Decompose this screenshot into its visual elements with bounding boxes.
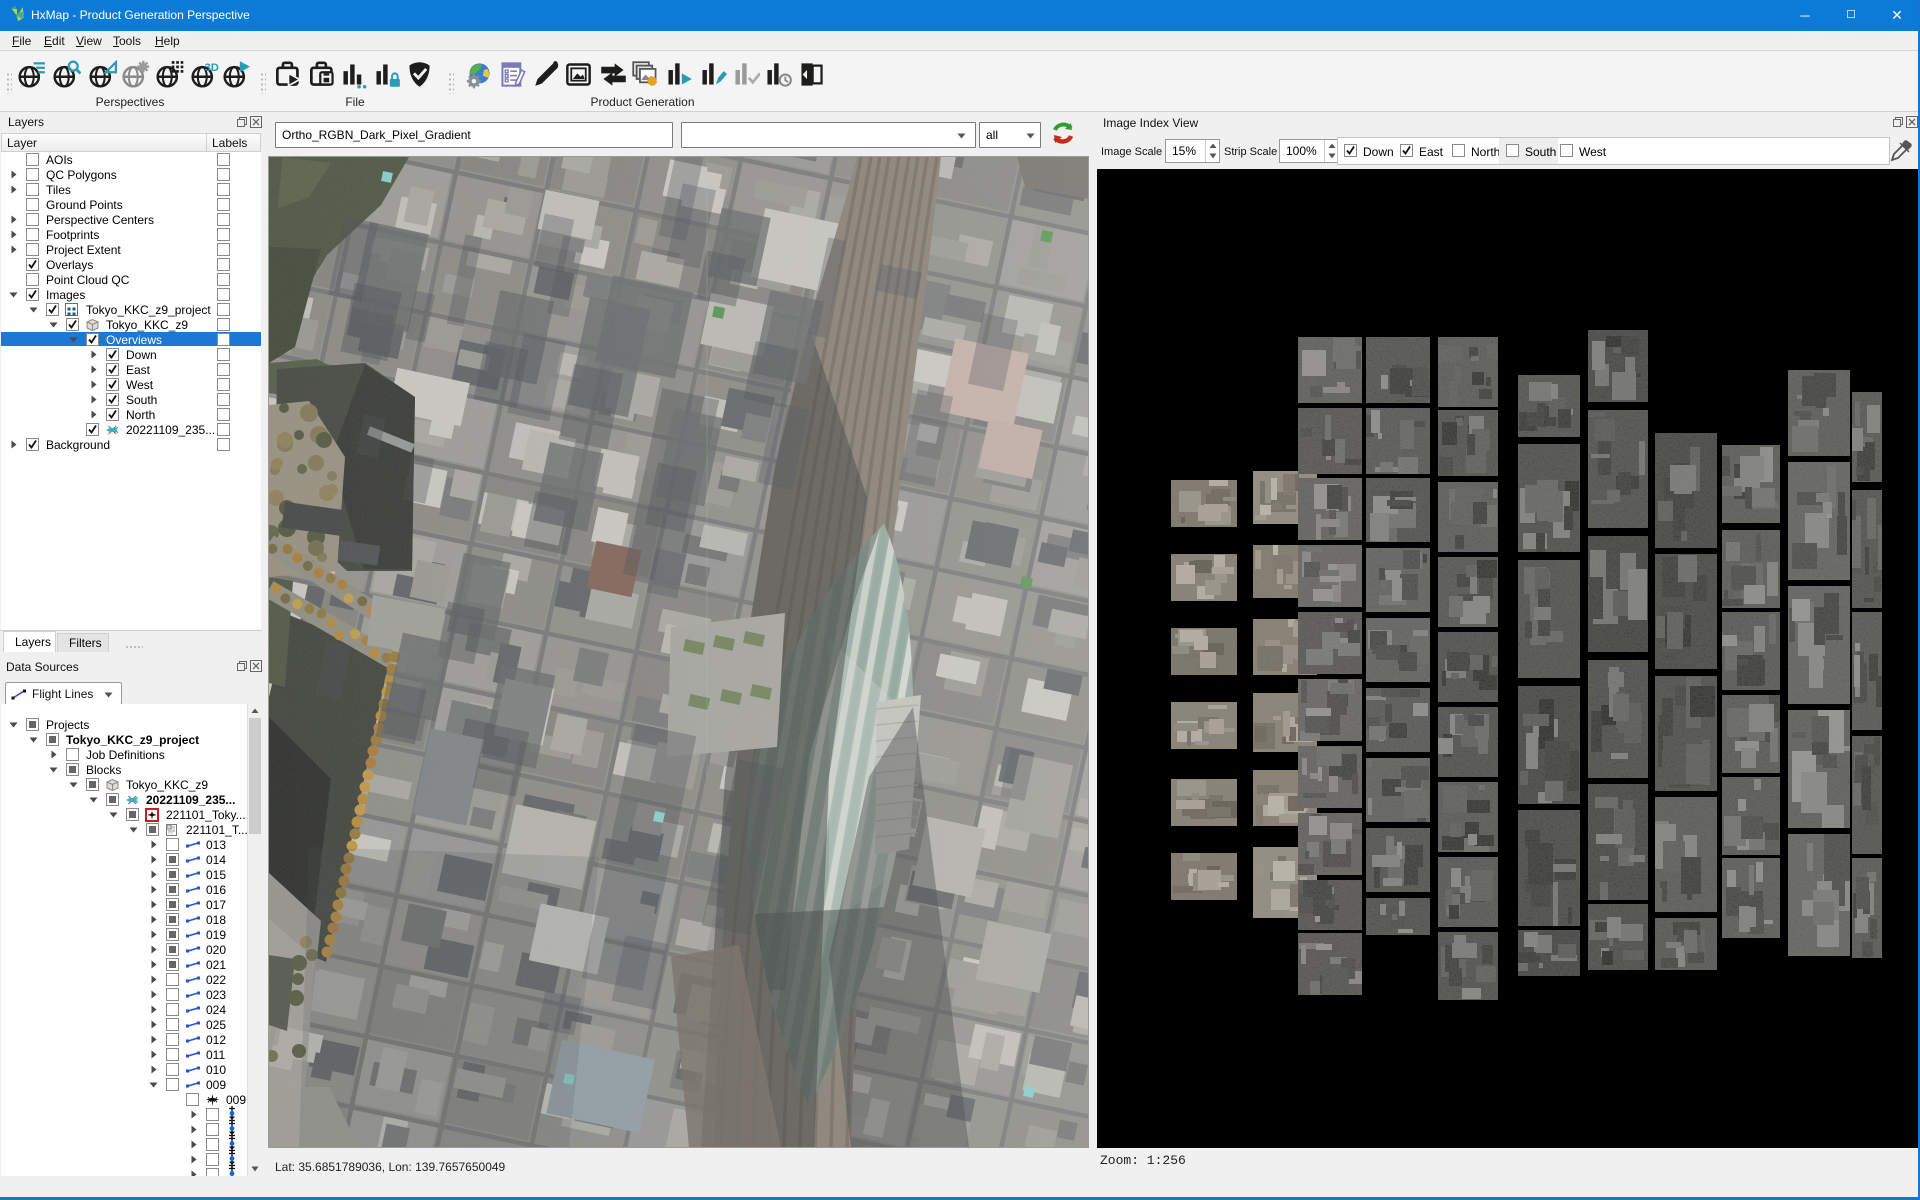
svg-text:3D: 3D bbox=[205, 62, 219, 74]
